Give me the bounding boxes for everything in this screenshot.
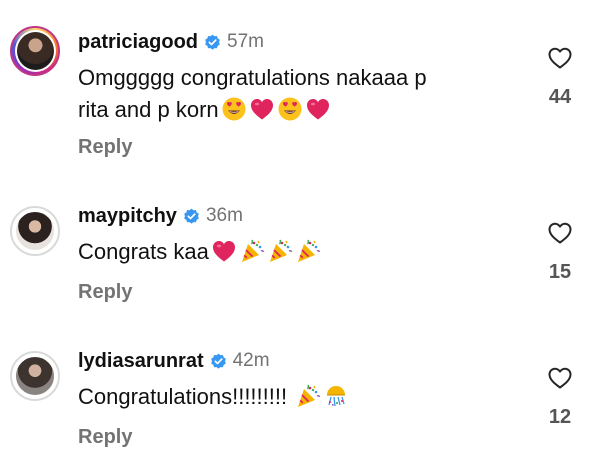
username[interactable]: patriciagood [78,30,198,54]
comment-text-line-2: rita and p korn [78,94,518,126]
heart-eyes-emoji-icon [277,96,303,122]
red-heart-emoji-icon [305,96,331,122]
timestamp: 36m [205,205,243,226]
username[interactable]: lydiasarunrat [78,349,204,373]
red-heart-emoji-icon [249,96,275,122]
reply-button[interactable]: Reply [78,281,132,304]
heart-outline-icon[interactable] [548,367,572,389]
comment-item: lydiasarunrat 42m Congratulations!!!!!!!… [0,315,600,461]
reply-button[interactable]: Reply [78,426,132,449]
comment-text: Congrats kaa [78,236,518,268]
like-count: 15 [548,261,572,283]
party-popper-emoji-icon [239,238,265,264]
avatar-image [14,355,56,397]
heart-outline-icon[interactable] [548,222,572,244]
avatar-image [14,30,56,72]
verified-badge-icon [183,208,200,225]
like-button[interactable] [540,222,580,249]
verified-badge-icon [210,353,227,370]
avatar[interactable] [10,206,60,256]
avatar[interactable] [10,351,60,401]
comment-text-line: Omggggg congratulations nakaaa p [78,65,427,90]
red-heart-emoji-icon [211,238,237,264]
comment-item: patriciagood 57m Omggggg congratulations… [0,0,600,170]
comment-item: maypitchy 36m Congrats kaa Reply 15 [0,170,600,315]
comment-header: maypitchy 36m [78,204,243,228]
heart-eyes-emoji-icon [221,96,247,122]
comment-text-line: Congratulations!!!!!!!!! [78,384,288,409]
reply-button[interactable]: Reply [78,136,132,159]
party-popper-emoji-icon [295,383,321,409]
comment-header: lydiasarunrat 42m [78,349,270,373]
party-popper-emoji-icon [295,238,321,264]
heart-outline-icon[interactable] [548,47,572,69]
comment-text-line: rita and p korn [78,97,219,122]
verified-badge-icon [204,34,221,51]
confetti-ball-emoji-icon [323,383,349,409]
party-popper-emoji-icon [267,238,293,264]
like-count: 44 [548,86,572,108]
timestamp: 42m [232,350,270,371]
comment-text: Omggggg congratulations nakaaa p rita an… [78,62,518,126]
comment-text: Congratulations!!!!!!!!! [78,381,518,413]
like-button[interactable] [540,367,580,394]
like-count: 12 [548,406,572,428]
avatar-image [14,210,56,252]
comment-header: patriciagood 57m [78,30,264,54]
avatar[interactable] [10,26,60,76]
comment-text-line: Congrats kaa [78,239,209,264]
like-button[interactable] [540,47,580,74]
username[interactable]: maypitchy [78,204,177,228]
timestamp: 57m [227,31,264,52]
